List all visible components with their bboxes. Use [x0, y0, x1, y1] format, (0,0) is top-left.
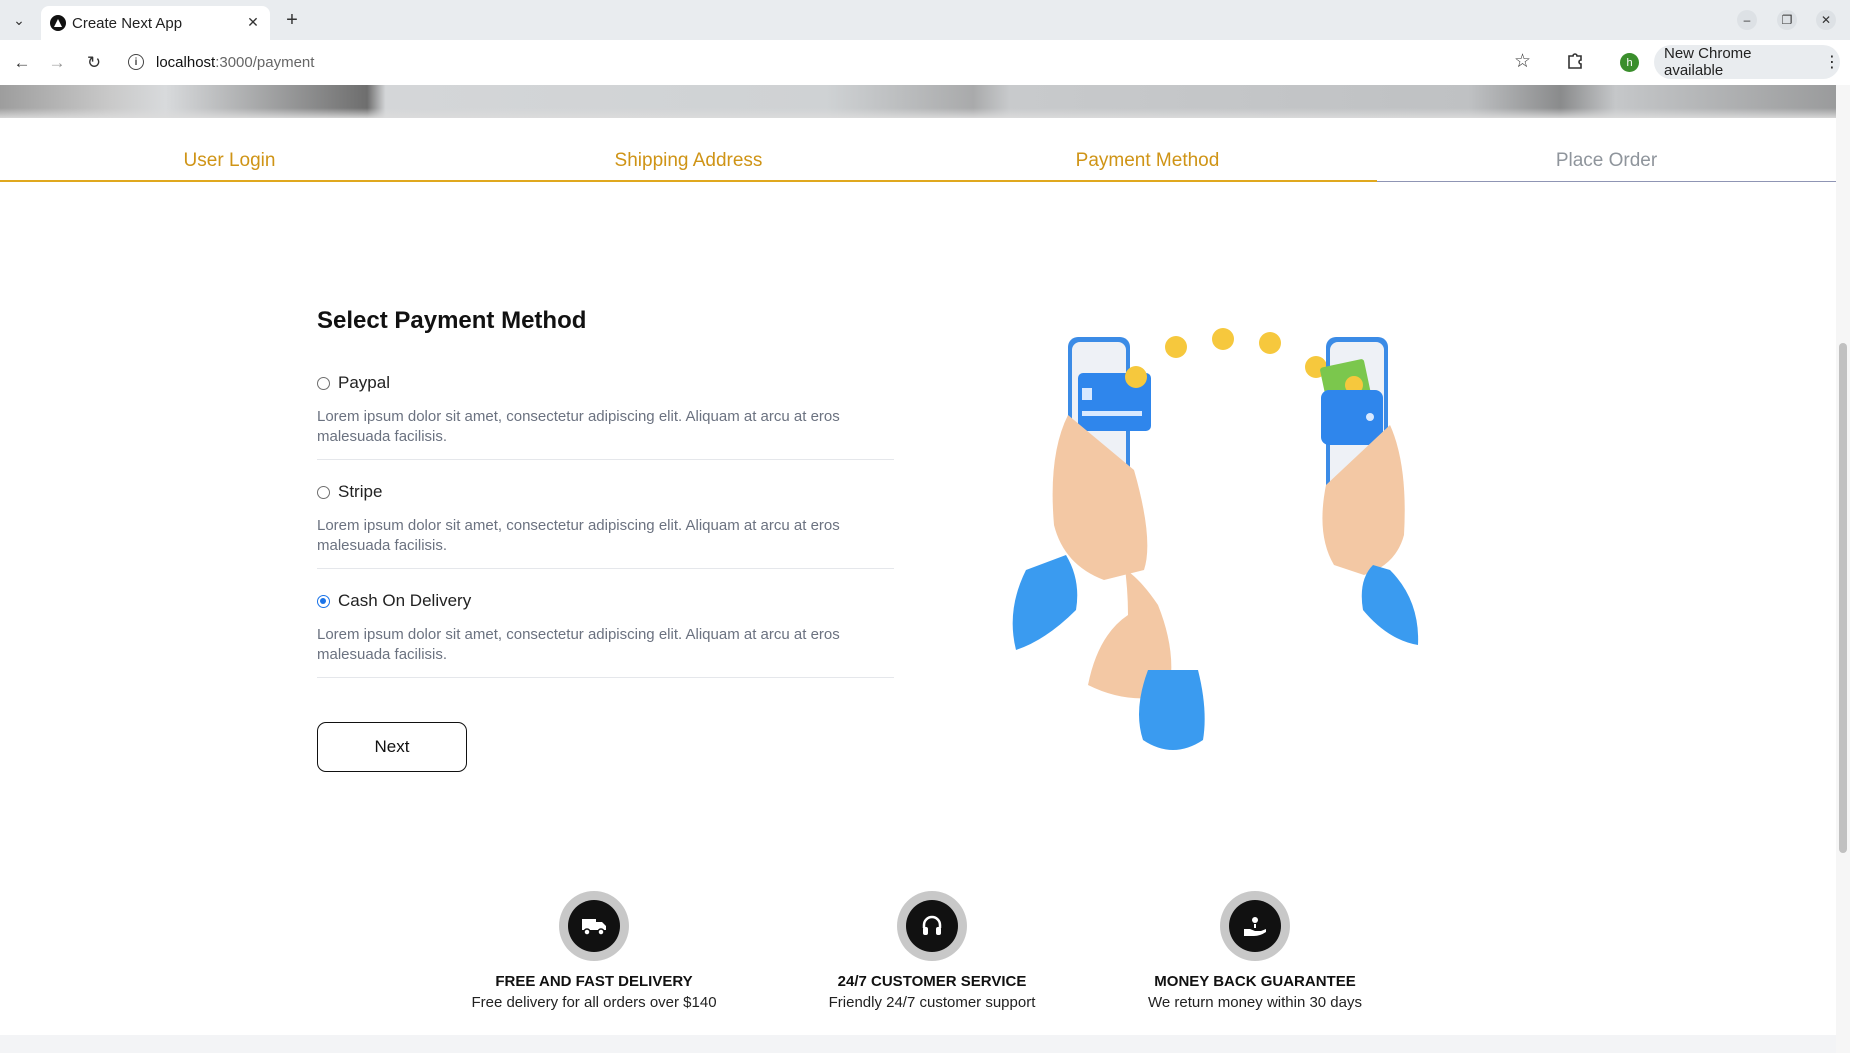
paypal-description: Lorem ipsum dolor sit amet, consectetur …	[317, 408, 840, 445]
feature-title: FREE AND FAST DELIVERY	[495, 973, 693, 990]
url-text: localhost:3000/payment	[156, 54, 315, 71]
browser-tab[interactable]: Create Next App ✕	[41, 6, 270, 40]
kebab-menu-icon: ⋮	[1824, 54, 1840, 71]
paypal-radio[interactable]	[317, 376, 330, 390]
chrome-update-label: New Chrome available	[1664, 45, 1752, 79]
step-payment-method: Payment Method	[918, 147, 1377, 189]
payment-option-paypal[interactable]: Paypal Lorem ipsum dolor sit amet, conse…	[317, 371, 894, 460]
payment-option-cash-on-delivery[interactable]: Cash On Delivery Lorem ipsum dolor sit a…	[317, 589, 894, 678]
browser-tab-strip: ⌄ Create Next App ✕ + – ❐ ✕	[0, 0, 1850, 40]
cash-on-delivery-label[interactable]: Cash On Delivery	[338, 591, 471, 611]
bookmark-star-icon[interactable]: ☆	[1514, 50, 1531, 73]
feature-description: We return money within 30 days	[1148, 994, 1362, 1011]
page-title: Select Payment Method	[317, 307, 587, 334]
feature-title: 24/7 CUSTOMER SERVICE	[837, 973, 1027, 990]
close-window-icon[interactable]: ✕	[1816, 10, 1836, 30]
chrome-update-button[interactable]: New Chrome available ⋮	[1654, 45, 1840, 79]
nextjs-favicon-icon	[50, 15, 66, 31]
stripe-description: Lorem ipsum dolor sit amet, consectetur …	[317, 517, 840, 554]
headset-icon	[906, 900, 958, 952]
back-arrow-icon[interactable]: ←	[10, 51, 34, 75]
extensions-puzzle-icon[interactable]	[1566, 50, 1586, 70]
step-user-login: User Login	[0, 147, 459, 189]
stripe-label[interactable]: Stripe	[338, 482, 382, 502]
stripe-radio[interactable]	[317, 485, 330, 499]
tab-close-icon[interactable]: ✕	[242, 11, 264, 33]
cash-on-delivery-description: Lorem ipsum dolor sit amet, consectetur …	[317, 626, 840, 663]
step-shipping-address: Shipping Address	[459, 147, 918, 189]
cash-on-delivery-radio[interactable]	[317, 594, 330, 608]
mobile-payment-illustration	[1012, 328, 1419, 750]
feature-free-delivery: FREE AND FAST DELIVERY Free delivery for…	[434, 891, 754, 1011]
step-place-order: Place Order	[1377, 147, 1836, 189]
profile-avatar[interactable]: h	[1620, 53, 1639, 72]
tab-title: Create Next App	[72, 15, 183, 32]
tab-search-chevron-icon[interactable]: ⌄	[6, 8, 32, 32]
feature-customer-service: 24/7 CUSTOMER SERVICE Friendly 24/7 cust…	[772, 891, 1092, 1011]
hero-banner-image	[0, 85, 1836, 118]
page-viewport: User Login Shipping Address Payment Meth…	[0, 85, 1836, 1053]
delivery-truck-icon	[568, 900, 620, 952]
payment-option-stripe[interactable]: Stripe Lorem ipsum dolor sit amet, conse…	[317, 480, 894, 569]
scrollbar-thumb[interactable]	[1839, 343, 1847, 853]
site-info-icon[interactable]: i	[128, 54, 144, 70]
checkout-steps: User Login Shipping Address Payment Meth…	[0, 147, 1836, 189]
new-tab-plus-icon[interactable]: +	[280, 8, 304, 32]
forward-arrow-icon[interactable]: →	[45, 51, 69, 75]
feature-description: Free delivery for all orders over $140	[471, 994, 717, 1011]
address-bar[interactable]: i localhost:3000/payment	[120, 45, 1530, 81]
page-scrollbar[interactable]	[1836, 85, 1850, 1053]
minimize-icon[interactable]: –	[1737, 10, 1757, 30]
feature-title: MONEY BACK GUARANTEE	[1154, 973, 1356, 990]
feature-description: Friendly 24/7 customer support	[828, 994, 1036, 1011]
next-button[interactable]: Next	[317, 722, 467, 772]
footer-strip	[0, 1035, 1836, 1053]
feature-money-back: MONEY BACK GUARANTEE We return money wit…	[1095, 891, 1415, 1011]
restore-icon[interactable]: ❐	[1777, 10, 1797, 30]
money-hand-icon	[1229, 900, 1281, 952]
reload-icon[interactable]: ↻	[82, 51, 106, 75]
paypal-label[interactable]: Paypal	[338, 373, 390, 393]
